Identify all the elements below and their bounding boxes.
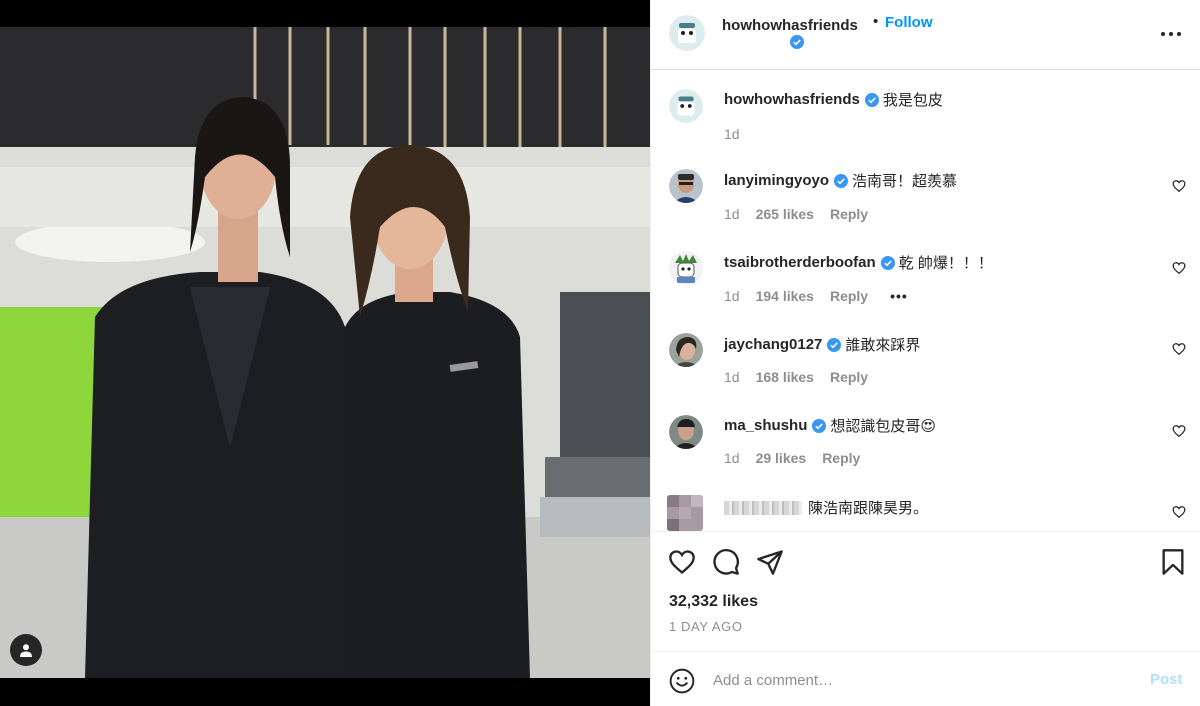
comment-time: 1d (724, 369, 740, 385)
person-icon (20, 644, 32, 657)
comments-list: howhowhasfriends 我是包皮 1d lanyimingyoyo 浩… (651, 71, 1200, 531)
verified-badge-icon (880, 255, 895, 270)
post-side-panel: howhowhasfriends • Follow howhowhasfrien… (650, 0, 1200, 706)
verified-badge-icon (812, 418, 827, 433)
caption-avatar[interactable] (669, 89, 703, 123)
comment-composer: Post (651, 651, 1200, 706)
reply-button[interactable]: Reply (830, 288, 868, 304)
comment-text: 乾 帥爆！！！ (898, 255, 993, 272)
comment-text: 陳浩南跟陳昊男。 (808, 500, 929, 517)
author-avatar[interactable] (669, 15, 705, 51)
photo-two-men-in-black-suits (0, 27, 650, 678)
comment-like-heart-icon[interactable] (1172, 342, 1186, 356)
comment-time: 1d (724, 288, 740, 304)
commenter-avatar[interactable] (669, 251, 703, 285)
comment-like-heart-icon[interactable] (1172, 424, 1186, 438)
comment-likes[interactable]: 194 likes (756, 288, 814, 304)
share-icon[interactable] (756, 548, 784, 576)
follow-button[interactable]: Follow (885, 14, 933, 31)
comment-username[interactable]: jaychang0127 (724, 336, 822, 353)
post-timestamp: 1 DAY AGO (669, 619, 743, 634)
add-comment-input[interactable] (713, 665, 1133, 695)
post-actions: 32,332 likes 1 DAY AGO (651, 531, 1200, 651)
caption-text: 我是包皮 (882, 92, 943, 109)
post-photo[interactable] (0, 27, 650, 678)
reply-button[interactable]: Reply (822, 450, 860, 466)
comment-time: 1d (724, 450, 740, 466)
comment-icon[interactable] (712, 548, 740, 576)
comment-options-icon[interactable]: ••• (890, 288, 908, 304)
comment-like-heart-icon[interactable] (1172, 505, 1186, 519)
verified-badge-icon (827, 337, 842, 352)
header-separator: • (873, 13, 879, 30)
comment-username[interactable]: tsaibrotherderboofan (724, 254, 876, 271)
caption-username[interactable]: howhowhasfriends (724, 91, 860, 108)
reply-button[interactable]: Reply (830, 369, 868, 385)
emoji-icon[interactable] (669, 668, 695, 694)
commenter-avatar-blurred[interactable] (667, 495, 703, 531)
comment-likes[interactable]: 29 likes (756, 450, 807, 466)
comment-like-heart-icon[interactable] (1172, 179, 1186, 193)
comment-text: 浩南哥！超羨慕 (852, 173, 958, 190)
bookmark-icon[interactable] (1159, 548, 1187, 576)
comment-username[interactable]: ma_shushu (724, 417, 807, 434)
verified-badge-icon (864, 92, 879, 107)
verified-badge-icon (834, 173, 849, 188)
comment-text: 想認識包皮哥😍 (830, 418, 936, 435)
comment-likes[interactable]: 265 likes (756, 206, 814, 222)
user-tag-icon[interactable] (10, 634, 42, 666)
verified-badge-icon (790, 35, 804, 49)
caption-time: 1d (724, 126, 740, 142)
comment-time: 1d (724, 206, 740, 222)
post-comment-button[interactable]: Post (1150, 671, 1183, 688)
heart-icon[interactable] (668, 548, 696, 576)
more-options-icon[interactable] (1159, 24, 1183, 44)
commenter-avatar[interactable] (669, 169, 703, 203)
comment-text: 誰敢來踩界 (845, 337, 921, 354)
post-media-pane (0, 0, 650, 706)
post-header: howhowhasfriends • Follow (651, 0, 1200, 70)
comment-likes[interactable]: 168 likes (756, 369, 814, 385)
commenter-avatar[interactable] (669, 415, 703, 449)
commenter-avatar[interactable] (669, 333, 703, 367)
author-username[interactable]: howhowhasfriends (722, 17, 858, 34)
reply-button[interactable]: Reply (830, 206, 868, 222)
comment-username[interactable]: lanyimingyoyo (724, 172, 829, 189)
comment-like-heart-icon[interactable] (1172, 261, 1186, 275)
blurred-username[interactable] (724, 500, 802, 515)
likes-count[interactable]: 32,332 likes (669, 593, 758, 611)
